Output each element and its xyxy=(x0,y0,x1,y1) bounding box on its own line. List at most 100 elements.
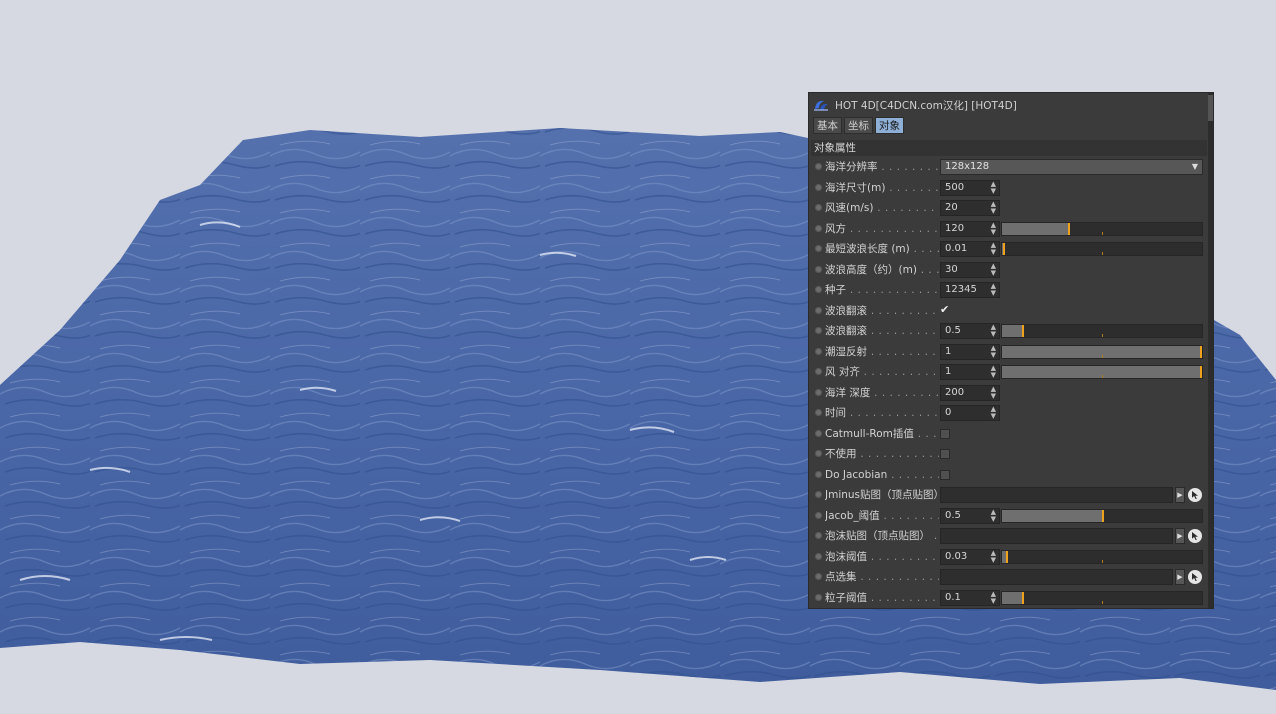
link-field[interactable] xyxy=(940,487,1173,503)
animate-keyframe-dot-icon[interactable] xyxy=(815,163,822,170)
value-slider[interactable] xyxy=(1001,242,1203,256)
resolution-dropdown[interactable]: 128x128 ▼ xyxy=(940,159,1203,175)
slider-handle[interactable] xyxy=(1006,550,1008,563)
number-field[interactable]: 0 ▲ ▼ xyxy=(940,405,1000,421)
link-field[interactable] xyxy=(940,569,1173,585)
animate-keyframe-dot-icon[interactable] xyxy=(815,573,822,580)
property-row: 点选集 . . . . . . . . . . . . . . . . . . … xyxy=(809,567,1209,587)
spinner-arrows-icon[interactable]: ▲ ▼ xyxy=(991,180,996,195)
property-label: 泡沫贴图（顶点贴图） . . . . . . . . . . . . . . .… xyxy=(825,529,939,543)
animate-keyframe-dot-icon[interactable] xyxy=(815,306,822,314)
slider-handle[interactable] xyxy=(1022,325,1024,337)
spinner-arrows-icon[interactable]: ▲ ▼ xyxy=(991,262,996,277)
spinner-arrows-icon[interactable]: ▲ ▼ xyxy=(991,365,996,379)
number-field[interactable]: 1 ▲ ▼ xyxy=(940,343,1000,360)
number-field[interactable]: 0.1 ▲ ▼ xyxy=(940,589,1000,606)
animate-keyframe-dot-icon[interactable] xyxy=(815,593,822,601)
tab-basic[interactable]: 基本 xyxy=(813,117,842,134)
pick-object-icon[interactable] xyxy=(1188,529,1202,543)
property-label-text: 风速(m/s) xyxy=(825,202,874,214)
number-field[interactable]: 120 ▲ ▼ xyxy=(940,220,1000,237)
slider-handle[interactable] xyxy=(1200,345,1202,358)
value-slider[interactable] xyxy=(1001,365,1203,379)
animate-keyframe-dot-icon[interactable] xyxy=(815,470,822,478)
property-label: 最短波浪长度 (m) . . . . . . . . . . . . . . .… xyxy=(825,242,939,256)
link-arrow-icon[interactable]: ▶ xyxy=(1175,487,1185,503)
panel-titlebar: HOT 4D[C4DCN.com汉化] [HOT4D] xyxy=(813,97,1017,113)
value-slider[interactable] xyxy=(1001,221,1203,236)
animate-keyframe-dot-icon[interactable] xyxy=(815,511,822,519)
animate-keyframe-dot-icon[interactable] xyxy=(815,409,822,416)
animate-keyframe-dot-icon[interactable] xyxy=(815,327,822,334)
animate-keyframe-dot-icon[interactable] xyxy=(815,286,822,293)
number-field[interactable]: 0.5 ▲ ▼ xyxy=(940,507,1000,524)
animate-keyframe-dot-icon[interactable] xyxy=(815,491,822,498)
spinner-arrows-icon[interactable]: ▲ ▼ xyxy=(991,283,996,297)
animate-keyframe-dot-icon[interactable] xyxy=(815,245,822,252)
slider-handle[interactable] xyxy=(1022,591,1024,604)
animate-keyframe-dot-icon[interactable] xyxy=(815,532,822,539)
spinner-arrows-icon[interactable]: ▲ ▼ xyxy=(991,385,996,400)
number-value: 20 xyxy=(945,202,958,213)
spinner-arrows-icon[interactable]: ▲ ▼ xyxy=(991,242,996,256)
animate-keyframe-dot-icon[interactable] xyxy=(815,183,822,191)
property-label: 风 对齐 . . . . . . . . . . . . . . . . . .… xyxy=(825,365,939,379)
spinner-arrows-icon[interactable]: ▲ ▼ xyxy=(991,406,996,420)
property-label-text: 泡沫阈值 xyxy=(825,550,867,563)
number-field[interactable]: 20 ▲ ▼ xyxy=(940,200,1000,216)
checkbox[interactable]: ✔ xyxy=(940,304,950,315)
number-field[interactable]: 0.01 ▲ ▼ xyxy=(940,241,1000,257)
pick-object-icon[interactable] xyxy=(1188,570,1202,584)
animate-keyframe-dot-icon[interactable] xyxy=(815,224,822,232)
spinner-arrows-icon[interactable]: ▲ ▼ xyxy=(991,344,996,359)
link-arrow-icon[interactable]: ▶ xyxy=(1175,569,1185,585)
label-leader-dots: . . . . . . . . . . . . . . . . . . . . … xyxy=(870,591,939,604)
value-slider[interactable] xyxy=(1001,549,1203,564)
spinner-arrows-icon[interactable]: ▲ ▼ xyxy=(991,590,996,605)
animate-keyframe-dot-icon[interactable] xyxy=(815,347,822,355)
slider-fill xyxy=(1002,325,1022,337)
spinner-arrows-icon[interactable]: ▲ ▼ xyxy=(991,201,996,215)
animate-keyframe-dot-icon[interactable] xyxy=(815,265,822,273)
number-field[interactable]: 30 ▲ ▼ xyxy=(940,261,1000,278)
value-slider[interactable] xyxy=(1001,508,1203,523)
tab-object[interactable]: 对象 xyxy=(875,117,904,134)
number-field[interactable]: 0.03 ▲ ▼ xyxy=(940,548,1000,565)
animate-keyframe-dot-icon[interactable] xyxy=(815,450,822,457)
number-field[interactable]: 500 ▲ ▼ xyxy=(940,179,1000,196)
spinner-arrows-icon[interactable]: ▲ ▼ xyxy=(991,549,996,564)
label-leader-dots: . . . . . . . . . . . . . . . . . . . . … xyxy=(849,407,939,419)
animate-keyframe-dot-icon[interactable] xyxy=(815,388,822,396)
link-field[interactable] xyxy=(940,528,1173,544)
link-arrow-icon[interactable]: ▶ xyxy=(1175,528,1185,544)
number-field[interactable]: 200 ▲ ▼ xyxy=(940,384,1000,401)
value-slider[interactable] xyxy=(1001,324,1203,338)
number-field[interactable]: 0.5 ▲ ▼ xyxy=(940,323,1000,339)
label-leader-dots: . . . . . . . . . . . . . . . . . . . . … xyxy=(870,550,939,563)
checkbox[interactable] xyxy=(940,469,950,480)
slider-handle[interactable] xyxy=(1068,222,1070,235)
property-label: Catmull-Rom插值 . . . . . . . . . . . . . … xyxy=(825,427,939,441)
spinner-arrows-icon[interactable]: ▲ ▼ xyxy=(991,508,996,523)
label-leader-dots: . . . . . . . . . . . . . . . . . . . . … xyxy=(863,366,939,378)
tab-coord[interactable]: 坐标 xyxy=(844,117,873,134)
value-slider[interactable] xyxy=(1001,590,1203,605)
spinner-arrows-icon[interactable]: ▲ ▼ xyxy=(991,221,996,236)
spinner-arrows-icon[interactable]: ▲ ▼ xyxy=(991,324,996,338)
animate-keyframe-dot-icon[interactable] xyxy=(815,368,822,375)
checkbox[interactable] xyxy=(940,428,950,439)
number-value: 0.5 xyxy=(945,325,961,336)
animate-keyframe-dot-icon[interactable] xyxy=(815,204,822,211)
animate-keyframe-dot-icon[interactable] xyxy=(815,429,822,437)
checkbox[interactable] xyxy=(940,449,950,459)
number-field[interactable]: 12345 ▲ ▼ xyxy=(940,282,1000,298)
value-slider[interactable] xyxy=(1001,344,1203,359)
slider-handle[interactable] xyxy=(1102,509,1104,522)
slider-handle[interactable] xyxy=(1200,366,1202,378)
slider-handle[interactable] xyxy=(1003,243,1005,255)
number-field[interactable]: 1 ▲ ▼ xyxy=(940,364,1000,380)
property-label-text: Jacob_阈值 xyxy=(825,509,880,522)
animate-keyframe-dot-icon[interactable] xyxy=(815,552,822,560)
number-value: 500 xyxy=(945,181,965,193)
pick-object-icon[interactable] xyxy=(1188,488,1202,502)
